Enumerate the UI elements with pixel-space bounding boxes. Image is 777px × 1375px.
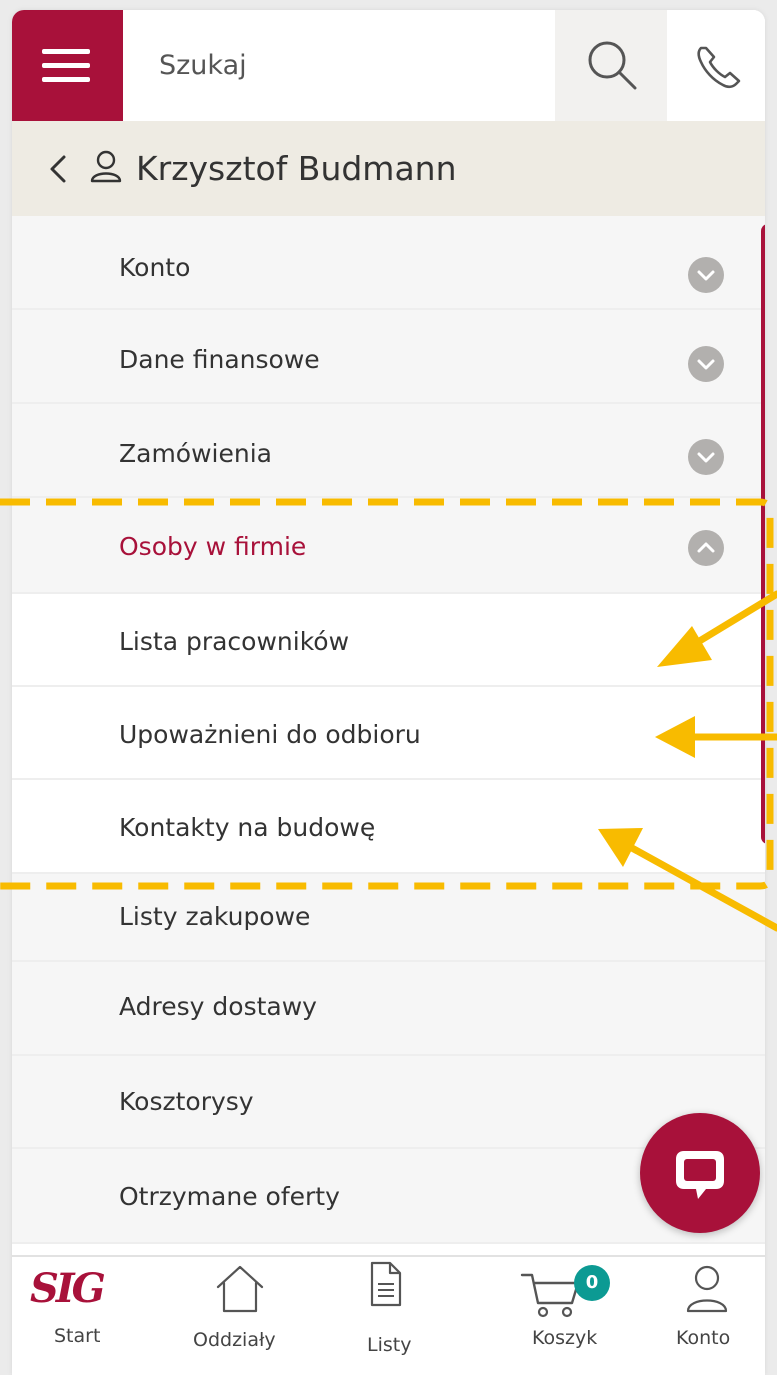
menu-item-label: Osoby w firmie bbox=[119, 532, 307, 561]
nav-oddzialy[interactable]: Oddziały bbox=[172, 1257, 312, 1375]
menu-item-osoby-w-firmie[interactable]: Osoby w firmie bbox=[12, 498, 765, 594]
nav-label: Listy bbox=[367, 1334, 412, 1356]
menu-subitem-lista-pracownikow[interactable]: Lista pracowników bbox=[12, 594, 765, 687]
menu-item-label: Adresy dostawy bbox=[119, 992, 317, 1021]
user-icon bbox=[90, 150, 122, 183]
hamburger-menu-button[interactable] bbox=[12, 10, 123, 121]
menu-item-label: Otrzymane oferty bbox=[119, 1182, 340, 1211]
nav-label: Koszyk bbox=[532, 1327, 598, 1349]
menu-item-label: Kosztorysy bbox=[119, 1087, 254, 1116]
nav-label: Start bbox=[54, 1325, 101, 1347]
menu-item-label: Listy zakupowe bbox=[119, 902, 311, 931]
menu-item-label: Lista pracowników bbox=[119, 627, 350, 656]
nav-listy[interactable]: Listy bbox=[334, 1257, 454, 1375]
document-icon bbox=[370, 1261, 402, 1307]
menu-item-dane-finansowe[interactable]: Dane finansowe bbox=[12, 310, 765, 404]
search-input[interactable] bbox=[123, 10, 555, 121]
menu-item-label: Zamówienia bbox=[119, 439, 272, 468]
nav-start[interactable]: SIG Start bbox=[12, 1257, 152, 1375]
app-window: Krzysztof Budmann Konto Dane finansowe Z… bbox=[12, 10, 765, 1375]
hamburger-line bbox=[42, 77, 90, 82]
menu-subitem-upowaznieni[interactable]: Upoważnieni do odbioru bbox=[12, 687, 765, 780]
chevron-left-icon[interactable] bbox=[42, 149, 72, 189]
scrollbar[interactable] bbox=[761, 224, 765, 844]
chevron-up-icon[interactable] bbox=[688, 530, 724, 566]
search-icon bbox=[588, 41, 637, 90]
user-header: Krzysztof Budmann bbox=[12, 121, 765, 216]
nav-koszyk[interactable]: 0 Koszyk bbox=[502, 1257, 642, 1375]
menu-item-konto[interactable]: Konto bbox=[12, 216, 765, 310]
menu-item-adresy-dostawy[interactable]: Adresy dostawy bbox=[12, 962, 765, 1056]
menu-item-label: Dane finansowe bbox=[119, 345, 320, 374]
chevron-down-icon[interactable] bbox=[688, 439, 724, 475]
menu-item-label: Upoważnieni do odbioru bbox=[119, 720, 421, 749]
chevron-down-icon[interactable] bbox=[688, 346, 724, 382]
menu-subitem-kontakty[interactable]: Kontakty na budowę bbox=[12, 780, 765, 874]
sig-logo: SIG bbox=[30, 1265, 106, 1312]
user-icon bbox=[686, 1265, 728, 1313]
menu-item-listy-zakupowe[interactable]: Listy zakupowe bbox=[12, 874, 765, 962]
phone-button[interactable] bbox=[667, 10, 765, 121]
chat-button[interactable] bbox=[640, 1113, 760, 1233]
hamburger-line bbox=[42, 63, 90, 68]
top-bar bbox=[12, 10, 765, 121]
chat-icon bbox=[676, 1151, 724, 1199]
home-icon bbox=[216, 1265, 264, 1313]
menu-item-zamowienia[interactable]: Zamówienia bbox=[12, 404, 765, 498]
menu-item-label: Konto bbox=[119, 253, 191, 282]
bottom-nav: SIG Start Oddziały Listy 0 Koszyk Konto bbox=[12, 1255, 765, 1375]
nav-konto[interactable]: Konto bbox=[662, 1257, 765, 1375]
user-name: Krzysztof Budmann bbox=[136, 149, 457, 188]
chevron-down-icon[interactable] bbox=[688, 257, 724, 293]
search-button[interactable] bbox=[555, 10, 667, 121]
nav-label: Oddziały bbox=[193, 1329, 276, 1351]
cart-count-badge: 0 bbox=[574, 1265, 610, 1301]
menu-item-label: Kontakty na budowę bbox=[119, 813, 376, 842]
hamburger-line bbox=[42, 49, 90, 54]
nav-label: Konto bbox=[676, 1327, 731, 1349]
phone-icon bbox=[697, 46, 741, 89]
